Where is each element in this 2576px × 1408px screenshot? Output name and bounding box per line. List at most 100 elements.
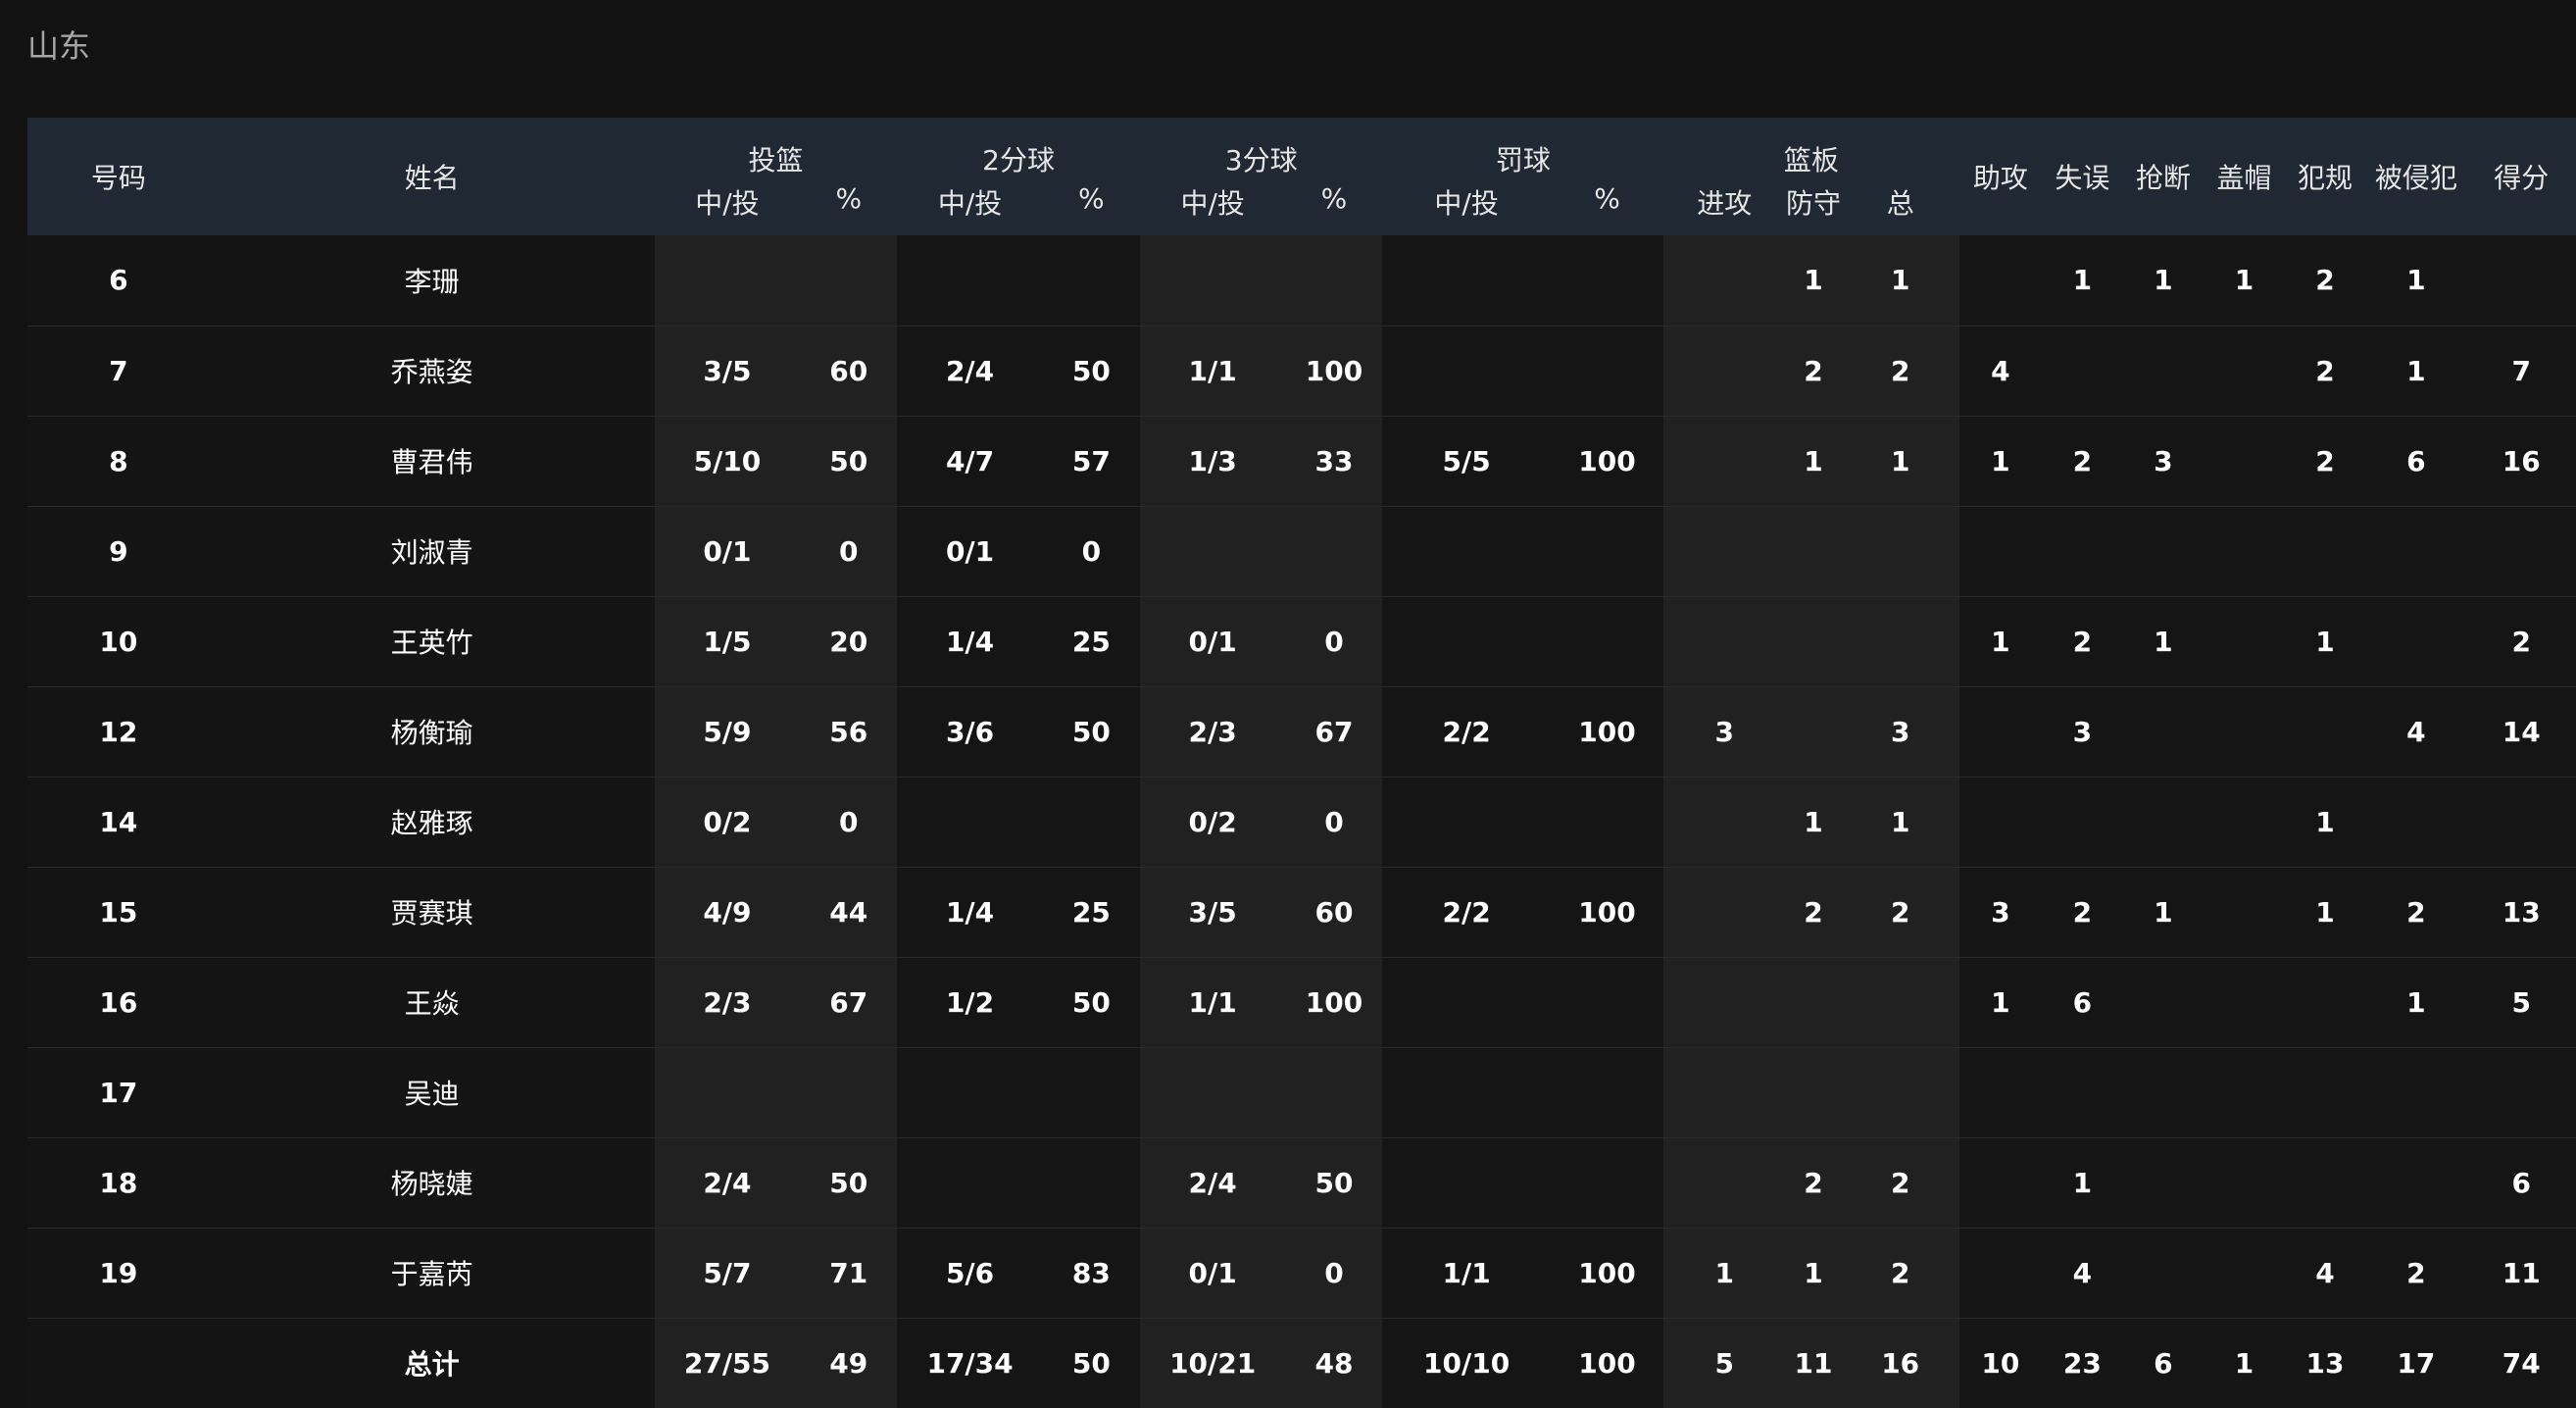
header-reb-tot[interactable]: 总 <box>1842 180 1959 235</box>
cell-off: 5 <box>1663 1318 1786 1408</box>
table-row[interactable]: 14 赵雅琢 0/2 0 0/2 0 1 1 1 <box>27 777 2576 868</box>
cell-ast: 1 <box>1958 416 2043 507</box>
cell-pf <box>2284 506 2366 597</box>
cell-off <box>1663 596 1786 687</box>
cell-ft: 10/10 <box>1382 1318 1551 1408</box>
cell-ft <box>1382 506 1551 597</box>
cell-fd <box>2365 777 2467 868</box>
cell-three: 2/4 <box>1139 1137 1286 1229</box>
cell-off <box>1663 235 1786 327</box>
cell-name: 乔燕姿 <box>209 326 655 417</box>
table-row-total[interactable]: 总计 27/55 49 17/34 50 10/21 48 10/10 100 5 11 16 10 23… <box>27 1318 2576 1408</box>
cell-def: 2 <box>1785 326 1842 417</box>
cell-two: 1/2 <box>897 957 1043 1048</box>
cell-two-pct <box>1042 235 1140 327</box>
cell-fg-pct: 50 <box>800 416 898 507</box>
cell-pts: 13 <box>2466 867 2576 958</box>
header-pf[interactable]: 犯规 <box>2285 118 2366 235</box>
header-tov[interactable]: 失误 <box>2042 118 2123 235</box>
cell-off <box>1663 506 1786 597</box>
cell-fg: 5/10 <box>654 416 801 507</box>
header-ft-pct[interactable]: % <box>1551 180 1664 235</box>
cell-three-pct: 48 <box>1285 1318 1383 1408</box>
cell-fd <box>2365 1047 2467 1138</box>
cell-tot: 1 <box>1841 235 1959 327</box>
cell-blk <box>2204 686 2285 778</box>
cell-three: 0/2 <box>1139 777 1286 868</box>
cell-fg-pct <box>800 235 898 327</box>
cell-fg-pct: 0 <box>800 506 898 597</box>
cell-fd: 6 <box>2365 416 2467 507</box>
cell-pts: 2 <box>2466 596 2576 687</box>
header-reb-def[interactable]: 防守 <box>1785 180 1842 235</box>
header-blk[interactable]: 盖帽 <box>2204 118 2285 235</box>
header-number[interactable]: 号码 <box>27 118 210 235</box>
header-stl[interactable]: 抢断 <box>2123 118 2204 235</box>
table-row[interactable]: 19 于嘉芮 5/7 71 5/6 83 0/1 0 1/1 100 1 1 2 4 4 2 11 <box>27 1228 2576 1319</box>
cell-two <box>897 777 1043 868</box>
header-ft-made-att[interactable]: 中/投 <box>1382 180 1550 235</box>
cell-pts: 11 <box>2466 1228 2576 1319</box>
cell-ft-pct: 100 <box>1550 867 1664 958</box>
table-row[interactable]: 12 杨衡瑜 5/9 56 3/6 50 2/3 67 2/2 100 3 3 3 4 14 <box>27 686 2576 778</box>
table-row[interactable]: 6 李珊 1 1 1 1 1 2 1 <box>27 235 2576 327</box>
header-reb-off[interactable]: 进攻 <box>1663 180 1785 235</box>
header-two-pct[interactable]: % <box>1043 180 1140 235</box>
header-pts[interactable]: 得分 <box>2466 118 2576 235</box>
cell-ft-pct: 100 <box>1550 1318 1664 1408</box>
header-fg-made-att[interactable]: 中/投 <box>655 180 801 235</box>
cell-three <box>1139 1047 1286 1138</box>
table-row[interactable]: 7 乔燕姿 3/5 60 2/4 50 1/1 100 2 2 4 2 1 7 <box>27 326 2576 417</box>
cell-no: 9 <box>27 506 210 597</box>
cell-pf <box>2284 957 2366 1048</box>
cell-tov: 1 <box>2042 235 2123 327</box>
table-row[interactable]: 17 吴迪 <box>27 1047 2576 1138</box>
table-row[interactable]: 8 曹君伟 5/10 50 4/7 57 1/3 33 5/5 100 1 1 1 2 3 2 6 16 <box>27 416 2576 507</box>
cell-stl: 1 <box>2122 235 2204 327</box>
cell-pf <box>2284 686 2366 778</box>
cell-stl <box>2122 1228 2204 1319</box>
cell-off <box>1663 867 1786 958</box>
cell-fg: 5/7 <box>654 1228 801 1319</box>
cell-name: 王焱 <box>209 957 655 1048</box>
header-fg-pct[interactable]: % <box>800 180 897 235</box>
header-ast[interactable]: 助攻 <box>1959 118 2043 235</box>
cell-ft <box>1382 1137 1551 1229</box>
cell-def: 1 <box>1785 777 1842 868</box>
cell-pts: 7 <box>2466 326 2576 417</box>
cell-blk <box>2204 777 2285 868</box>
cell-two-pct <box>1042 1137 1140 1229</box>
cell-blk <box>2204 326 2285 417</box>
cell-pf: 2 <box>2284 416 2366 507</box>
header-three-made-att[interactable]: 中/投 <box>1140 180 1286 235</box>
header-two-made-att[interactable]: 中/投 <box>897 180 1043 235</box>
header-three-pct[interactable]: % <box>1285 180 1382 235</box>
header-group-reb: 篮板 <box>1783 144 1839 176</box>
cell-tov: 6 <box>2042 957 2123 1048</box>
cell-ft <box>1382 1047 1551 1138</box>
cell-ast: 1 <box>1958 957 2043 1048</box>
table-row[interactable]: 16 王焱 2/3 67 1/2 50 1/1 100 1 6 1 5 <box>27 957 2576 1048</box>
cell-three: 0/1 <box>1139 596 1286 687</box>
cell-off <box>1663 1137 1786 1229</box>
cell-ft-pct: 100 <box>1550 416 1664 507</box>
cell-tov: 3 <box>2042 686 2123 778</box>
cell-fg: 3/5 <box>654 326 801 417</box>
cell-fg-pct: 71 <box>800 1228 898 1319</box>
cell-stl: 1 <box>2122 867 2204 958</box>
cell-fg: 5/9 <box>654 686 801 778</box>
cell-fd: 17 <box>2365 1318 2467 1408</box>
table-row[interactable]: 10 王英竹 1/5 20 1/4 25 0/1 0 1 2 1 1 2 <box>27 596 2576 687</box>
header-fd[interactable]: 被侵犯 <box>2365 118 2466 235</box>
cell-off <box>1663 1047 1786 1138</box>
table-row[interactable]: 9 刘淑青 0/1 0 0/1 0 <box>27 506 2576 597</box>
header-name[interactable]: 姓名 <box>210 118 655 235</box>
cell-no: 12 <box>27 686 210 778</box>
cell-off <box>1663 777 1786 868</box>
cell-three-pct: 60 <box>1285 867 1383 958</box>
cell-blk: 1 <box>2204 1318 2285 1408</box>
cell-tov: 2 <box>2042 867 2123 958</box>
cell-blk <box>2204 867 2285 958</box>
table-row[interactable]: 15 贾赛琪 4/9 44 1/4 25 3/5 60 2/2 100 2 2 3 2 1 1 2 13 <box>27 867 2576 958</box>
table-row[interactable]: 18 杨晓婕 2/4 50 2/4 50 2 2 1 6 <box>27 1137 2576 1229</box>
